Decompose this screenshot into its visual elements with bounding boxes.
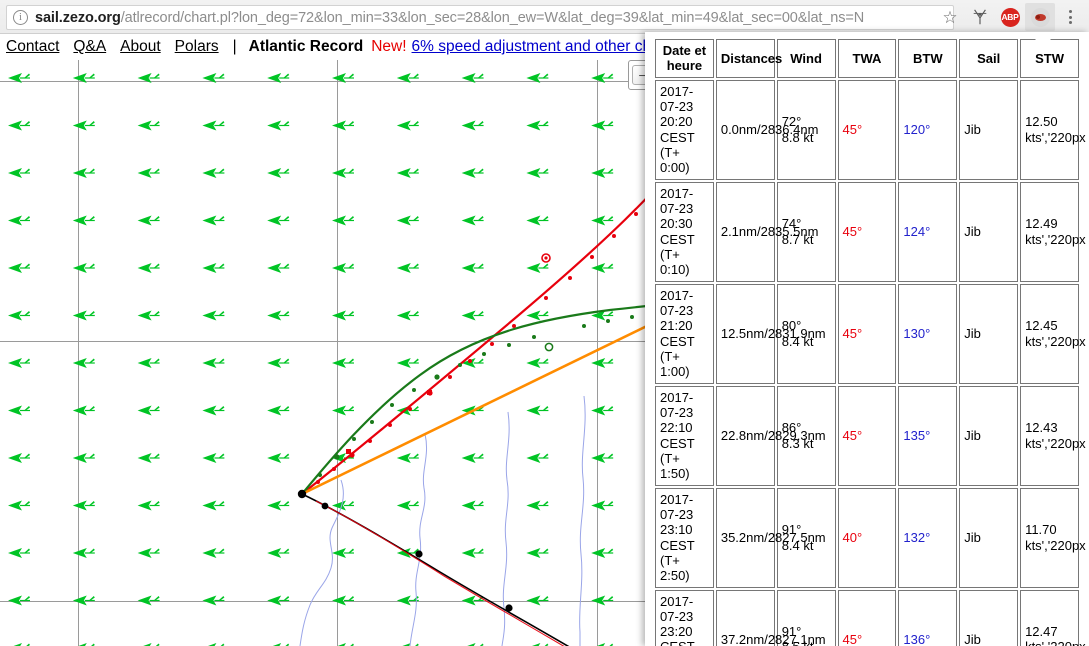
nav-link-polars[interactable]: Polars — [175, 38, 219, 56]
col-header-sail: Sail — [959, 39, 1019, 78]
cell-twa: 45° — [837, 589, 897, 646]
col-header-distances: Distances — [715, 39, 782, 78]
cell-stw: 11.70 kts','220px — [1020, 487, 1086, 588]
wind-speed: 8.7 kt — [781, 231, 814, 247]
cell-wind: 80° 8.4 kt — [776, 283, 836, 384]
cell-twa: 45° — [837, 385, 897, 486]
nav-link-qa[interactable]: Q&A — [73, 38, 106, 56]
cell-distance: 2.1nm/2835.5nm — [715, 181, 818, 282]
extension-popup-caret — [1035, 32, 1051, 40]
cell-wind: 86° 8.3 kt — [776, 385, 836, 486]
route-table-body: 2017-07-23 20:20 CEST (T+ 0:00) 0.0nm/283… — [655, 79, 1086, 646]
url-text: sail.zezo.org/atlrecord/chart.pl?lon_deg… — [35, 10, 864, 26]
table-header-row: Date et heure Distances Wind TWA BTW Sai… — [655, 39, 1079, 78]
cell-twa: 45° — [837, 79, 897, 180]
nav-link-contact[interactable]: Contact — [6, 38, 59, 56]
route-table: Date et heure Distances Wind TWA BTW Sai… — [653, 37, 1086, 646]
route-table-head: Date et heure Distances Wind TWA BTW Sai… — [655, 39, 1079, 78]
cell-btw: 120° — [898, 79, 958, 180]
cell-distance: 12.5nm/2831.9nm — [715, 283, 826, 384]
cell-date: 2017-07-23 22:10 CEST (T+ 1:50) — [655, 385, 714, 486]
col-header-wind: Wind — [776, 39, 836, 78]
three-dot-menu-icon — [1068, 10, 1072, 24]
cell-sail: Jib — [959, 487, 1019, 588]
table-row[interactable]: 2017-07-23 22:10 CEST (T+ 1:50) 22.8nm/28… — [655, 385, 1086, 486]
browser-menu-button[interactable] — [1055, 3, 1085, 31]
col-header-stw: STW — [1020, 39, 1079, 78]
browser-toolbar: i sail.zezo.org/atlrecord/chart.pl?lon_d… — [0, 0, 1089, 34]
cell-btw: 132° — [898, 487, 958, 588]
news-announcement-link[interactable]: 6% speed adjustment and other ch — [412, 38, 652, 56]
col-header-twa: TWA — [837, 39, 897, 78]
cell-distance: 35.2nm/2827.5nm — [715, 487, 826, 588]
cell-sail: Jib — [959, 385, 1019, 486]
table-row[interactable]: 2017-07-23 20:30 CEST (T+ 0:10) 2.1nm/283… — [655, 181, 1086, 282]
cell-date: 2017-07-23 23:10 CEST (T+ 2:50) — [655, 487, 714, 588]
cell-btw: 135° — [898, 385, 958, 486]
table-row[interactable]: 2017-07-23 20:20 CEST (T+ 0:00) 0.0nm/283… — [655, 79, 1086, 180]
toolbar-icons: ☆ ABP — [935, 3, 1085, 31]
site-info-icon[interactable]: i — [13, 10, 28, 25]
page-title: Atlantic Record — [248, 38, 364, 55]
cell-btw: 124° — [898, 181, 958, 282]
cell-distance: 37.2nm/2827.1nm — [715, 589, 826, 646]
cell-wind: 72° 8.8 kt — [776, 79, 836, 180]
table-row[interactable]: 2017-07-23 23:20 CEST (T+ 3:00)37.2nm/28… — [655, 589, 1086, 646]
cell-stw: 12.49 kts','220px — [1020, 181, 1086, 282]
adblock-plus-button[interactable]: ABP — [995, 3, 1025, 31]
cell-sail: Jib — [959, 181, 1019, 282]
route-table-panel[interactable]: Date et heure Distances Wind TWA BTW Sai… — [645, 32, 1089, 646]
url-host: sail.zezo.org — [35, 9, 121, 26]
cell-wind: 91° 8.4 kt — [776, 487, 836, 588]
adblock-icon: ABP — [1000, 7, 1020, 27]
slingshot-extension-button[interactable] — [965, 3, 995, 31]
eye-extension-button[interactable] — [1025, 3, 1055, 31]
cell-twa: 45° — [837, 283, 897, 384]
bookmark-star-button[interactable]: ☆ — [935, 3, 965, 31]
slingshot-icon — [973, 9, 987, 25]
cell-sail: Jib — [959, 589, 1019, 646]
cell-stw: 12.47 kts','220px — [1020, 589, 1086, 646]
nav-separator: | — [232, 38, 237, 55]
url-path: /atlrecord/chart.pl?lon_deg=72&lon_min=3… — [120, 9, 865, 26]
cell-date: 2017-07-23 20:30 CEST (T+ 0:10) — [655, 181, 714, 282]
cell-twa: 40° — [837, 487, 897, 588]
route-black[interactable] — [297, 489, 660, 646]
new-badge: New! — [371, 38, 407, 55]
cell-date: 2017-07-23 20:20 CEST (T+ 0:00) — [655, 79, 714, 180]
browser-window: i sail.zezo.org/atlrecord/chart.pl?lon_d… — [0, 0, 1089, 646]
nav-link-about[interactable]: About — [120, 38, 161, 56]
cell-distance: 22.8nm/2829.3nm — [715, 385, 826, 486]
cell-stw: 12.45 kts','220px — [1020, 283, 1086, 384]
isochrone-contours — [299, 395, 586, 646]
table-row[interactable]: 2017-07-23 21:20 CEST (T+ 1:00) 12.5nm/28… — [655, 283, 1086, 384]
cell-btw: 130° — [898, 283, 958, 384]
cell-date: 2017-07-23 23:20 CEST (T+ 3:00) — [655, 589, 714, 646]
cell-sail: Jib — [959, 79, 1019, 180]
cell-sail: Jib — [959, 283, 1019, 384]
star-icon: ☆ — [942, 7, 958, 27]
table-row[interactable]: 2017-07-23 23:10 CEST (T+ 2:50) 35.2nm/28… — [655, 487, 1086, 588]
cell-stw: 12.50 kts','220px — [1020, 79, 1086, 180]
cell-twa: 45° — [837, 181, 897, 282]
eye-icon — [1030, 7, 1050, 27]
col-header-btw: BTW — [898, 39, 958, 78]
cell-date: 2017-07-23 21:20 CEST (T+ 1:00) — [655, 283, 714, 384]
cell-btw: 136° — [898, 589, 958, 646]
cell-distance: 0.0nm/2836.4nm — [715, 79, 818, 180]
col-header-date: Date et heure — [655, 39, 714, 78]
wind-speed: 8.8 kt — [781, 129, 814, 145]
cell-wind: 74° 8.7 kt — [776, 181, 836, 282]
address-bar[interactable]: i sail.zezo.org/atlrecord/chart.pl?lon_d… — [6, 5, 954, 30]
cell-stw: 12.43 kts','220px — [1020, 385, 1086, 486]
